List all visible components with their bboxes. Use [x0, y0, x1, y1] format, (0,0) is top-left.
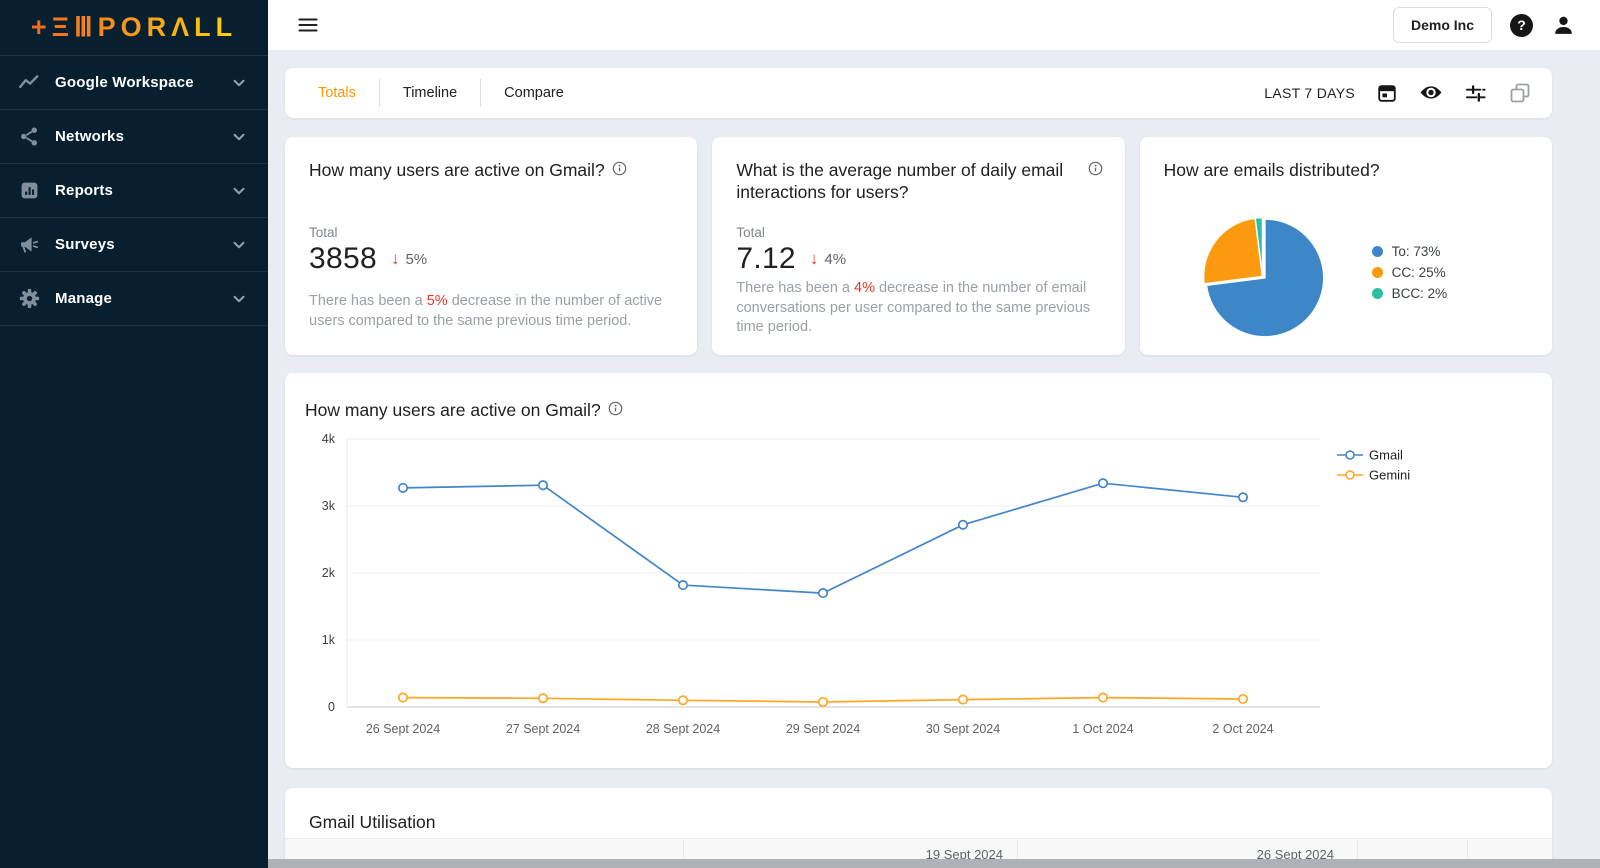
card-gmail-utilisation: Gmail Utilisation 19 Sept 2024 26 Sept 2… — [285, 788, 1552, 868]
org-button[interactable]: Demo Inc — [1392, 7, 1492, 43]
info-icon[interactable] — [1088, 161, 1103, 176]
delta-percent: 5% — [405, 250, 428, 268]
tune-filters-icon[interactable] — [1464, 82, 1487, 105]
kpi-cards-row: How many users are active on Gmail? Tota… — [285, 137, 1552, 355]
delta-percent: 4% — [824, 250, 847, 268]
svg-text:29 Sept 2024: 29 Sept 2024 — [786, 722, 860, 736]
sidebar-item-reports[interactable]: Reports — [0, 164, 268, 218]
legend-dot — [1371, 246, 1383, 257]
sidebar-item-surveys[interactable]: Surveys — [0, 218, 268, 272]
card-title: What is the average number of daily emai… — [736, 160, 1064, 202]
line-chart: 0 1k 2k 3k 4k 26 Sept 2024 27 Sept 2024 28 Sept… — [322, 432, 1410, 736]
legend-item: BCC: 2% — [1371, 283, 1447, 304]
svg-text:2k: 2k — [322, 566, 336, 580]
brand-logo[interactable]: +ΞⅢPORΛLL — [0, 0, 268, 56]
main-content: Totals Timeline Compare LAST 7 DAYS How … — [268, 50, 1600, 868]
svg-text:30 Sept 2024: 30 Sept 2024 — [926, 722, 1000, 736]
card-email-distribution: How are emails distributed? To: 73% CC: … — [1139, 137, 1552, 355]
card-active-users: How many users are active on Gmail? Tota… — [285, 137, 698, 355]
sidebar-item-label: Networks — [55, 128, 125, 145]
svg-text:27 Sept 2024: 27 Sept 2024 — [506, 722, 580, 736]
svg-text:26 Sept 2024: 26 Sept 2024 — [366, 722, 440, 736]
share-icon — [18, 126, 40, 148]
sidebar-item-label: Surveys — [55, 236, 115, 253]
card-title: How many users are active on Gmail? — [309, 159, 673, 181]
account-icon[interactable] — [1551, 13, 1576, 38]
brand-logo-text: +ΞⅢPORΛLL — [30, 12, 238, 42]
info-icon[interactable] — [612, 161, 627, 176]
total-label: Total — [736, 225, 765, 240]
info-icon[interactable] — [608, 401, 623, 416]
card-active-users-timeline: How many users are active on Gmail? 0 1k 2… — [285, 373, 1552, 768]
sidebar-nav: Google Workspace Networks Reports Survey… — [0, 56, 268, 326]
calendar-icon[interactable] — [1376, 82, 1398, 104]
top-header: Demo Inc — [268, 0, 1600, 50]
card-title: How many users are active on Gmail? — [305, 399, 1532, 421]
copy-layers-icon[interactable] — [1508, 81, 1532, 105]
chevron-down-icon — [230, 74, 248, 92]
date-range-label[interactable]: LAST 7 DAYS — [1264, 85, 1355, 101]
sidebar-item-google-workspace[interactable]: Google Workspace — [0, 56, 268, 110]
pie-chart — [1196, 210, 1329, 348]
total-value: 7.12 — [736, 242, 796, 275]
svg-text:Gmail: Gmail — [1369, 448, 1403, 463]
sidebar-item-manage[interactable]: Manage — [0, 272, 268, 326]
svg-text:Gemini: Gemini — [1369, 468, 1410, 483]
legend-item: To: 73% — [1371, 241, 1448, 262]
chevron-down-icon — [230, 182, 248, 200]
legend-item: CC: 25% — [1371, 262, 1448, 283]
horizontal-scrollbar[interactable] — [268, 859, 1600, 868]
svg-text:0: 0 — [328, 700, 335, 714]
bar-chart-icon — [18, 180, 40, 202]
report-toolbar: Totals Timeline Compare LAST 7 DAYS — [285, 68, 1552, 118]
svg-text:3k: 3k — [322, 499, 336, 513]
tab-timeline[interactable]: Timeline — [380, 68, 480, 118]
card-description: There has been a 4% decrease in the numb… — [736, 280, 1091, 335]
tab-totals[interactable]: Totals — [295, 68, 379, 118]
chevron-down-icon — [230, 290, 248, 308]
svg-text:28 Sept 2024: 28 Sept 2024 — [646, 722, 720, 736]
svg-text:1k: 1k — [322, 633, 336, 647]
card-email-interactions: What is the average number of daily emai… — [712, 137, 1125, 355]
chart-line-icon — [18, 72, 40, 94]
sidebar-item-label: Manage — [55, 290, 113, 307]
card-description: There has been a 5% decrease in the numb… — [309, 293, 663, 329]
svg-text:2 Oct 2024: 2 Oct 2024 — [1212, 722, 1273, 736]
total-value: 3858 — [309, 242, 377, 275]
stat-block: Total 3858 ↓ 5% — [309, 225, 427, 276]
pie-legend: To: 73% CC: 25% BCC: 2% — [1371, 241, 1448, 304]
sidebar: +ΞⅢPORΛLL Google Workspace Networks Repo… — [0, 0, 268, 868]
app-window: +ΞⅢPORΛLL Google Workspace Networks Repo… — [0, 0, 1600, 868]
down-arrow-icon: ↓ — [809, 249, 819, 268]
eye-icon[interactable] — [1419, 81, 1443, 105]
megaphone-icon — [18, 234, 40, 256]
total-label: Total — [309, 225, 338, 240]
sidebar-item-networks[interactable]: Networks — [0, 110, 268, 164]
legend-dot — [1371, 267, 1383, 278]
chevron-down-icon — [230, 236, 248, 254]
help-icon[interactable] — [1510, 13, 1533, 37]
card-title: How are emails distributed? — [1163, 160, 1380, 180]
sidebar-item-label: Google Workspace — [55, 74, 194, 91]
stat-block: Total 7.12 ↓ 4% — [736, 225, 846, 276]
legend-dot — [1371, 288, 1383, 299]
svg-text:1 Oct 2024: 1 Oct 2024 — [1072, 722, 1133, 736]
tab-compare[interactable]: Compare — [481, 68, 587, 118]
svg-text:4k: 4k — [322, 432, 336, 446]
chevron-down-icon — [230, 128, 248, 146]
section-title: Gmail Utilisation — [309, 812, 436, 832]
sidebar-item-label: Reports — [55, 182, 114, 199]
down-arrow-icon: ↓ — [390, 249, 400, 268]
hamburger-menu-icon[interactable] — [296, 13, 320, 37]
gear-icon — [18, 288, 40, 310]
